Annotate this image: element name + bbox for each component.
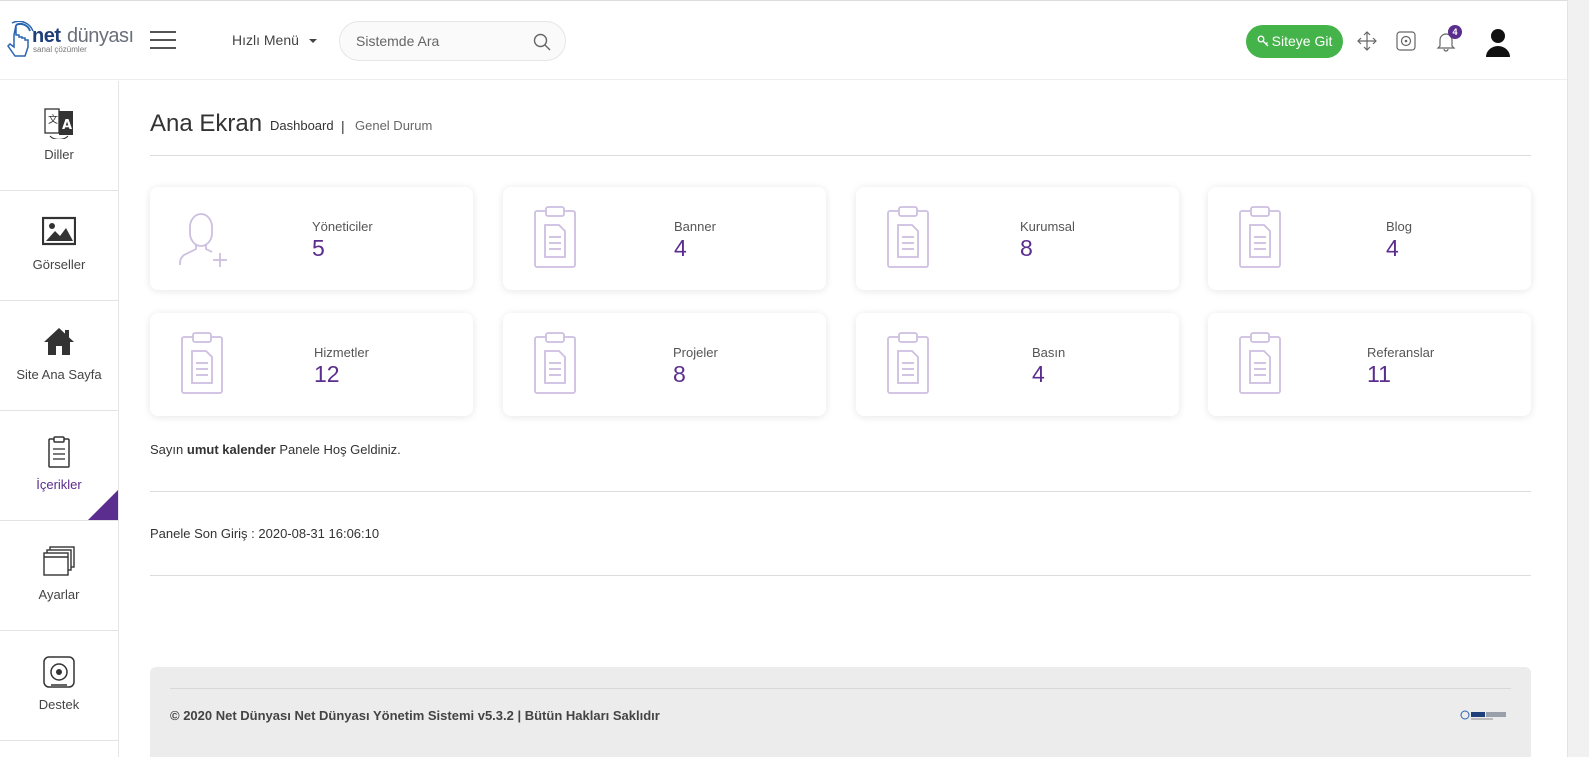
clipboard-icon — [48, 436, 70, 468]
windows-stack-icon — [43, 546, 75, 576]
fullscreen-arrows-icon[interactable] — [1356, 30, 1378, 52]
home-icon — [44, 328, 74, 355]
support-icon — [43, 656, 75, 688]
sidebar-label-diller: Diller — [44, 147, 74, 162]
search-box — [339, 21, 566, 61]
sidebar-label-ayarlar: Ayarlar — [38, 587, 80, 602]
card-label: Projeler — [673, 345, 718, 360]
footer-logo-icon — [1460, 710, 1506, 720]
logo-subtitle: sanal çözümler — [33, 45, 87, 54]
welcome-message: Sayın umut kalender Panele Hoş Geldiniz. — [150, 442, 401, 457]
sidebar-item-site-ana-sayfa[interactable]: Site Ana Sayfa — [0, 301, 118, 411]
stat-card-basin[interactable]: Basın 4 — [856, 313, 1179, 416]
brand-logo[interactable]: net dünyası sanal çözümler — [0, 19, 134, 63]
go-to-site-label: Siteye Git — [1271, 33, 1333, 49]
key-icon — [1257, 35, 1269, 47]
login-divider — [150, 575, 1531, 576]
card-label: Referanslar — [1367, 345, 1435, 360]
stat-card-hizmetler[interactable]: Hizmetler 12 — [150, 313, 473, 416]
card-value: 12 — [314, 361, 340, 387]
caret-down-icon — [308, 39, 317, 44]
page-title: Ana Ekran — [150, 110, 263, 137]
go-to-site-button[interactable]: Siteye Git — [1246, 25, 1343, 58]
card-label: Banner — [674, 219, 716, 234]
sidebar-item-ayarlar[interactable]: Ayarlar — [0, 521, 118, 631]
sidebar-label-site-ana-sayfa: Site Ana Sayfa — [16, 367, 102, 382]
svg-text:A: A — [62, 118, 72, 133]
hamburger-menu-icon[interactable] — [150, 31, 176, 49]
last-login-info: Panele Son Giriş : 2020-08-31 16:06:10 — [150, 526, 380, 541]
clipboard-icon — [534, 206, 576, 268]
clipboard-icon — [1239, 206, 1281, 268]
top-header: net dünyası sanal çözümler Hızlı Menü Si… — [0, 0, 1567, 80]
sidebar-label-destek: Destek — [38, 697, 80, 712]
notification-count-badge: 4 — [1448, 25, 1462, 39]
breadcrumb-separator: | — [341, 118, 345, 134]
sidebar-item-icerikler[interactable]: İçerikler — [0, 411, 118, 521]
card-value: 11 — [1367, 361, 1391, 387]
svg-text:文: 文 — [48, 113, 58, 126]
card-label: Basın — [1032, 345, 1066, 360]
welcome-username: umut kalender — [186, 442, 276, 457]
footer-divider — [170, 688, 1511, 689]
left-sidebar: 文 A Diller Görseller Site Ana Sayfa İçer… — [0, 81, 119, 757]
support-box-icon[interactable] — [1395, 30, 1417, 52]
card-value: 5 — [312, 235, 325, 261]
title-divider — [150, 155, 1531, 156]
user-avatar-icon[interactable] — [1485, 27, 1511, 57]
quick-menu-label: Hızlı Menü — [232, 32, 299, 48]
card-value: 8 — [1020, 235, 1033, 261]
sidebar-item-gorseller[interactable]: Görseller — [0, 191, 118, 301]
logo-hand-icon — [7, 21, 34, 57]
stat-card-banner[interactable]: Banner 4 — [503, 187, 826, 290]
sidebar-label-gorseller: Görseller — [32, 257, 86, 272]
page-footer: © 2020 Net Dünyası Net Dünyası Yönetim S… — [150, 667, 1531, 757]
search-icon[interactable] — [533, 33, 551, 51]
add-user-icon — [179, 213, 227, 267]
stat-card-yoneticiler[interactable]: Yöneticiler 5 — [150, 187, 473, 290]
sidebar-item-diller[interactable]: 文 A Diller — [0, 81, 118, 191]
active-indicator — [88, 490, 118, 520]
card-value: 4 — [1386, 235, 1399, 261]
card-value: 8 — [673, 361, 686, 387]
language-icon: 文 A — [44, 108, 73, 139]
welcome-prefix: Sayın — [150, 442, 184, 457]
quick-menu-dropdown[interactable]: Hızlı Menü — [232, 32, 317, 48]
breadcrumb-dashboard[interactable]: Dashboard — [270, 118, 334, 133]
stat-card-referanslar[interactable]: Referanslar 11 — [1208, 313, 1531, 416]
card-label: Blog — [1386, 219, 1413, 234]
clipboard-icon — [1239, 332, 1281, 394]
stat-card-blog[interactable]: Blog 4 — [1208, 187, 1531, 290]
footer-copyright: © 2020 Net Dünyası Net Dünyası Yönetim S… — [170, 708, 660, 723]
card-label: Hizmetler — [314, 345, 369, 360]
card-label: Yöneticiler — [312, 219, 373, 234]
clipboard-icon — [887, 332, 929, 394]
welcome-divider — [150, 491, 1531, 492]
clipboard-icon — [887, 206, 929, 268]
search-input[interactable] — [356, 31, 526, 51]
card-value: 4 — [674, 235, 687, 261]
page-scrollbar[interactable] — [1567, 0, 1589, 757]
sidebar-item-destek[interactable]: Destek — [0, 631, 118, 741]
card-label: Kurumsal — [1020, 219, 1075, 234]
breadcrumb-genel-durum: Genel Durum — [355, 118, 433, 133]
stat-card-kurumsal[interactable]: Kurumsal 8 — [856, 187, 1179, 290]
clipboard-icon — [181, 332, 223, 394]
image-icon — [42, 216, 76, 246]
card-value: 4 — [1032, 361, 1045, 387]
clipboard-icon — [534, 332, 576, 394]
stat-card-projeler[interactable]: Projeler 8 — [503, 313, 826, 416]
welcome-suffix: Panele Hoş Geldiniz. — [279, 442, 401, 457]
